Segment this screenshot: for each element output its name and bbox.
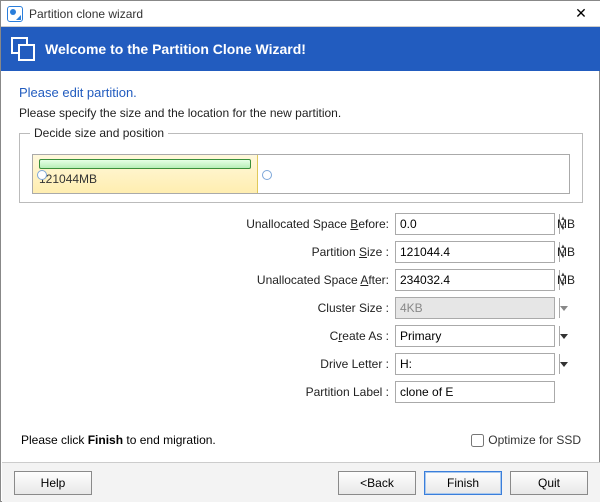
window-title: Partition clone wizard (29, 7, 561, 21)
partition-form: Unallocated Space Before: ▲ ▼ MB Partiti… (19, 213, 583, 403)
label-drive-letter: Drive Letter : (19, 357, 395, 371)
optimize-ssd-label: Optimize for SSD (488, 433, 581, 447)
size-position-group: Decide size and position 121044MB (19, 126, 583, 203)
clone-icon (11, 37, 35, 61)
label-create-as: Create As : (19, 329, 395, 343)
fieldset-legend: Decide size and position (30, 126, 168, 140)
dropdown-button[interactable] (559, 354, 568, 374)
unalloc-before-field[interactable] (396, 214, 559, 234)
partition-label-field[interactable] (396, 382, 559, 402)
input-partition-label[interactable] (395, 381, 555, 403)
label-cluster-size: Cluster Size : (19, 301, 395, 315)
label-partition-size: Partition Size : (19, 245, 395, 259)
hint-text: Please click Finish to end migration. (21, 433, 471, 447)
input-unalloc-before[interactable]: ▲ ▼ (395, 213, 555, 235)
page-heading: Please edit partition. (19, 85, 583, 100)
wizard-banner: Welcome to the Partition Clone Wizard! (1, 27, 600, 71)
partition-segment[interactable]: 121044MB (33, 155, 258, 193)
create-as-field[interactable] (396, 326, 559, 346)
select-cluster-size (395, 297, 555, 319)
unit-mb: MB (555, 273, 583, 287)
input-unalloc-after[interactable]: ▲ ▼ (395, 269, 555, 291)
unit-mb: MB (555, 217, 583, 231)
hint-row: Please click Finish to end migration. Op… (19, 433, 583, 447)
cluster-size-field (396, 298, 559, 318)
app-icon (7, 6, 23, 22)
partition-size-label: 121044MB (39, 172, 251, 186)
resize-handle-left[interactable] (37, 170, 47, 180)
disk-bar[interactable]: 121044MB (32, 154, 570, 194)
select-drive-letter[interactable] (395, 353, 555, 375)
label-unalloc-after: Unallocated Space After: (19, 273, 395, 287)
unit-mb: MB (555, 245, 583, 259)
resize-handle-right[interactable] (262, 170, 272, 180)
help-button[interactable]: Help (14, 471, 92, 495)
back-button[interactable]: <Back (338, 471, 416, 495)
banner-title: Welcome to the Partition Clone Wizard! (45, 41, 306, 57)
label-partition-label: Partition Label : (19, 385, 395, 399)
partition-usage-bar (39, 159, 251, 169)
chevron-down-icon (560, 334, 568, 339)
dropdown-button[interactable] (559, 326, 568, 346)
optimize-ssd-checkbox[interactable]: Optimize for SSD (471, 433, 581, 447)
chevron-down-icon (560, 362, 568, 367)
drive-letter-field[interactable] (396, 354, 559, 374)
label-unalloc-before: Unallocated Space Before: (19, 217, 395, 231)
close-button[interactable]: ✕ (561, 1, 600, 27)
titlebar: Partition clone wizard ✕ (1, 1, 600, 27)
chevron-down-icon (560, 306, 568, 311)
finish-button[interactable]: Finish (424, 471, 502, 495)
select-create-as[interactable] (395, 325, 555, 347)
input-partition-size[interactable]: ▲ ▼ (395, 241, 555, 263)
page-subheading: Please specify the size and the location… (19, 106, 583, 120)
button-bar: Help <Back Finish Quit (2, 462, 600, 502)
wizard-content: Please edit partition. Please specify th… (1, 71, 600, 451)
partition-size-field[interactable] (396, 242, 559, 262)
unalloc-after-field[interactable] (396, 270, 559, 290)
dropdown-button (559, 298, 568, 318)
optimize-ssd-input[interactable] (471, 434, 484, 447)
quit-button[interactable]: Quit (510, 471, 588, 495)
